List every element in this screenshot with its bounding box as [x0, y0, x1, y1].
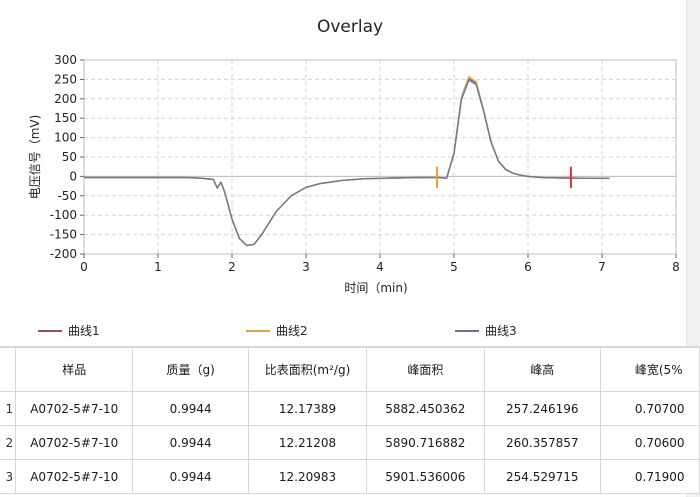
cell-peak-area[interactable]: 5882.450362 [366, 391, 485, 426]
cell-mass[interactable]: 0.9944 [132, 391, 250, 426]
y-tick-label: -200 [50, 247, 77, 261]
x-tick-label: 3 [302, 260, 310, 274]
chart-title: Overlay [317, 17, 383, 37]
cell-sample[interactable]: A0702-5#7-10 [15, 391, 134, 426]
x-tick-label: 5 [450, 260, 458, 274]
column-header-surface-area[interactable]: 比表面积(m²/g) [248, 347, 367, 392]
cell-surface-area[interactable]: 12.20983 [248, 459, 367, 494]
column-header-peak-area[interactable]: 峰面积 [366, 347, 485, 392]
y-tick-label: 250 [54, 72, 77, 86]
legend-label-2: 曲线2 [276, 324, 308, 338]
table-header-row: 样品 质量（g) 比表面积(m²/g) 峰面积 峰高 峰宽(5% [0, 347, 700, 392]
y-tick-label: 150 [54, 111, 77, 125]
x-axis-label: 时间（min) [344, 281, 407, 295]
legend-item-1: 曲线1 [38, 322, 100, 339]
y-tick-label: -100 [50, 208, 77, 222]
y-axis-label: 电压信号（mV) [28, 115, 42, 200]
cell-peak-height[interactable]: 257.246196 [483, 391, 601, 426]
legend: 曲线1 曲线2 曲线3 [0, 318, 700, 342]
cell-surface-area[interactable]: 12.21208 [248, 425, 367, 460]
cell-sample[interactable]: A0702-5#7-10 [15, 425, 134, 460]
legend-swatch-2 [246, 329, 270, 332]
cell-surface-area[interactable]: 12.17389 [248, 391, 367, 426]
legend-label-1: 曲线1 [68, 324, 100, 338]
column-header-peak-width[interactable]: 峰宽(5% [599, 347, 700, 392]
column-header-mass[interactable]: 质量（g) [132, 347, 250, 392]
cell-peak-width[interactable]: 0.71900 [599, 459, 700, 494]
table-row[interactable]: 3 A0702-5#7-10 0.9944 12.20983 5901.5360… [0, 459, 700, 494]
y-tick-label: 100 [54, 131, 77, 145]
row-number: 1 [0, 391, 17, 426]
y-tick-label: 300 [54, 53, 77, 67]
y-tick-label: 200 [54, 92, 77, 106]
x-tick-label: 2 [228, 260, 236, 274]
y-tick-label: -50 [57, 189, 77, 203]
legend-swatch-1 [38, 329, 62, 332]
row-number: 2 [0, 425, 17, 460]
results-table: 样品 质量（g) 比表面积(m²/g) 峰面积 峰高 峰宽(5% 1 A0702… [0, 346, 700, 497]
row-number-header [0, 347, 17, 392]
cell-peak-area[interactable]: 5901.536006 [366, 459, 485, 494]
cell-sample[interactable]: A0702-5#7-10 [15, 459, 134, 494]
x-tick-label: 7 [598, 260, 606, 274]
cell-peak-width[interactable]: 0.70700 [599, 391, 700, 426]
cell-peak-height[interactable]: 254.529715 [483, 459, 601, 494]
row-number: 3 [0, 459, 17, 494]
column-header-peak-height[interactable]: 峰高 [483, 347, 601, 392]
legend-swatch-3 [455, 329, 479, 332]
table-row[interactable]: 1 A0702-5#7-10 0.9944 12.17389 5882.4503… [0, 391, 700, 426]
x-tick-label: 8 [672, 260, 680, 274]
y-tick-label: -150 [50, 228, 77, 242]
cell-peak-width[interactable]: 0.70600 [599, 425, 700, 460]
legend-label-3: 曲线3 [485, 324, 517, 338]
x-tick-label: 1 [154, 260, 162, 274]
overlay-chart: Overlay300250200150100500-50-100-150-200… [28, 17, 680, 295]
x-tick-label: 6 [524, 260, 532, 274]
cell-peak-area[interactable]: 5890.716882 [366, 425, 485, 460]
cell-mass[interactable]: 0.9944 [132, 459, 250, 494]
cell-peak-height[interactable]: 260.357857 [483, 425, 601, 460]
column-header-sample[interactable]: 样品 [15, 347, 134, 392]
table-row[interactable]: 2 A0702-5#7-10 0.9944 12.21208 5890.7168… [0, 425, 700, 460]
x-tick-label: 4 [376, 260, 384, 274]
legend-item-3: 曲线3 [455, 322, 517, 339]
y-tick-label: 50 [62, 150, 77, 164]
y-tick-label: 0 [69, 169, 77, 183]
legend-item-2: 曲线2 [246, 322, 308, 339]
cell-mass[interactable]: 0.9944 [132, 425, 250, 460]
x-tick-label: 0 [80, 260, 88, 274]
chart-panel: Overlay 300 250 200 150 100 50 0 -50 -100 -150 -200… [0, 0, 700, 312]
